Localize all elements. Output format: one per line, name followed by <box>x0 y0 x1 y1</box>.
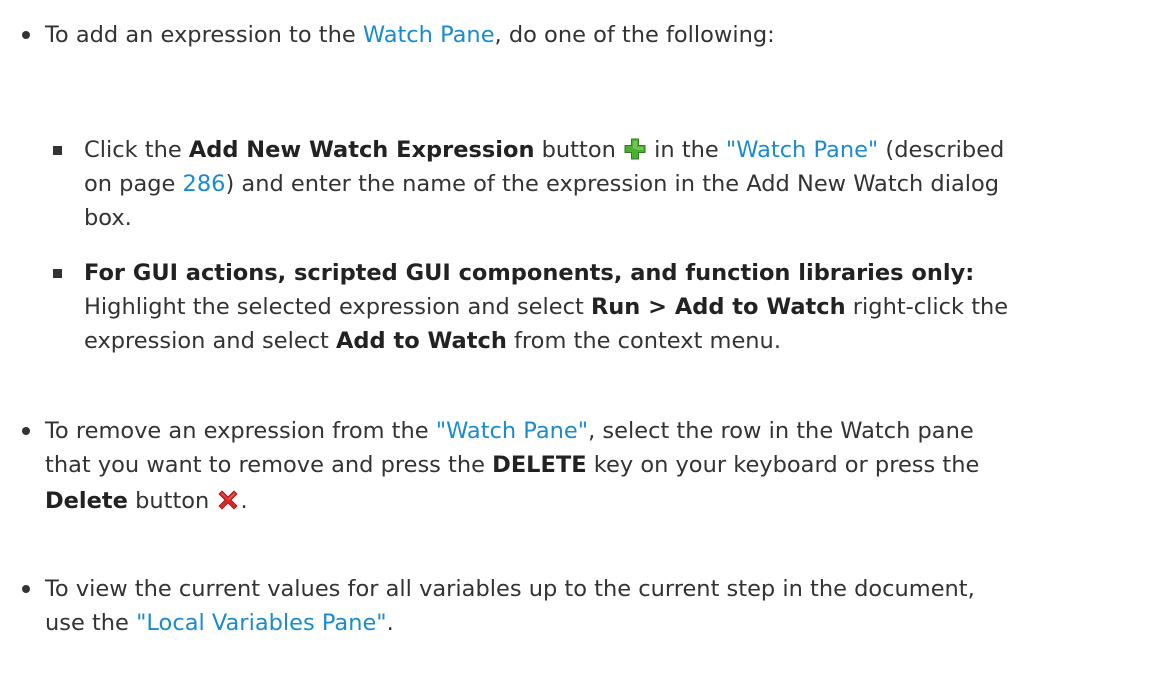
text: key on your keyboard or press the <box>586 452 980 478</box>
bullet <box>53 146 62 155</box>
text: Delete <box>45 488 128 514</box>
text: Click the <box>84 137 189 163</box>
text: To add an expression to the <box>45 22 363 48</box>
watch-pane-link[interactable]: "Watch Pane" <box>726 137 878 163</box>
local-variables-pane-link[interactable]: "Local Variables Pane" <box>136 610 387 636</box>
text-line: on page 286) and enter the name of the e… <box>84 167 999 201</box>
text: Run > Add to Watch <box>590 294 846 320</box>
text: use the <box>45 610 137 636</box>
delete-x-icon[interactable] <box>216 488 240 512</box>
watch-pane-link[interactable]: Watch Pane <box>363 22 495 48</box>
list-item: For GUI actions, scripted GUI components… <box>84 256 974 290</box>
text: , do one of the following: <box>494 22 775 48</box>
text: (described <box>878 137 1005 163</box>
text: . <box>386 610 394 636</box>
list-item: To view the current values for all varia… <box>45 572 975 606</box>
bullet <box>53 269 62 278</box>
text: button <box>534 137 624 163</box>
text: DELETE <box>492 452 587 478</box>
add-plus-icon[interactable] <box>623 137 647 161</box>
text-line: Highlight the selected expression and se… <box>84 290 1008 324</box>
text: ) and enter the name of the expression i… <box>225 171 1000 197</box>
text-line: Delete button . <box>45 484 248 518</box>
text: To remove an expression from the <box>45 418 436 444</box>
text-line: box. <box>84 201 132 235</box>
text-line: use the "Local Variables Pane". <box>45 606 394 640</box>
bullet <box>22 427 30 435</box>
text: button <box>127 488 217 514</box>
text: expression and select <box>84 328 337 354</box>
watch-pane-link[interactable]: "Watch Pane" <box>436 418 588 444</box>
text: . <box>240 488 248 514</box>
text: from the context menu. <box>506 328 781 354</box>
text-line: expression and select Add to Watch from … <box>84 324 781 358</box>
text: right-click the <box>845 294 1009 320</box>
text: in the <box>647 137 726 163</box>
text: To view the current values for all varia… <box>45 576 975 602</box>
page-link[interactable]: 286 <box>183 171 226 197</box>
bullet <box>22 585 30 593</box>
list-item: Click the Add New Watch Expression butto… <box>84 133 1004 167</box>
bullet <box>22 31 30 39</box>
text: on page <box>84 171 183 197</box>
text: that you want to remove and press the <box>45 452 493 478</box>
text: box. <box>84 205 132 231</box>
text: Highlight the selected expression and se… <box>84 294 591 320</box>
text: Add to Watch <box>336 328 507 354</box>
text-line: that you want to remove and press the DE… <box>45 448 979 482</box>
list-item: To add an expression to the Watch Pane, … <box>45 18 775 52</box>
text: For GUI actions, scripted GUI components… <box>84 260 975 286</box>
list-item: To remove an expression from the "Watch … <box>45 414 974 448</box>
text: Add New Watch Expression <box>188 137 535 163</box>
text: , select the row in the Watch pane <box>588 418 974 444</box>
